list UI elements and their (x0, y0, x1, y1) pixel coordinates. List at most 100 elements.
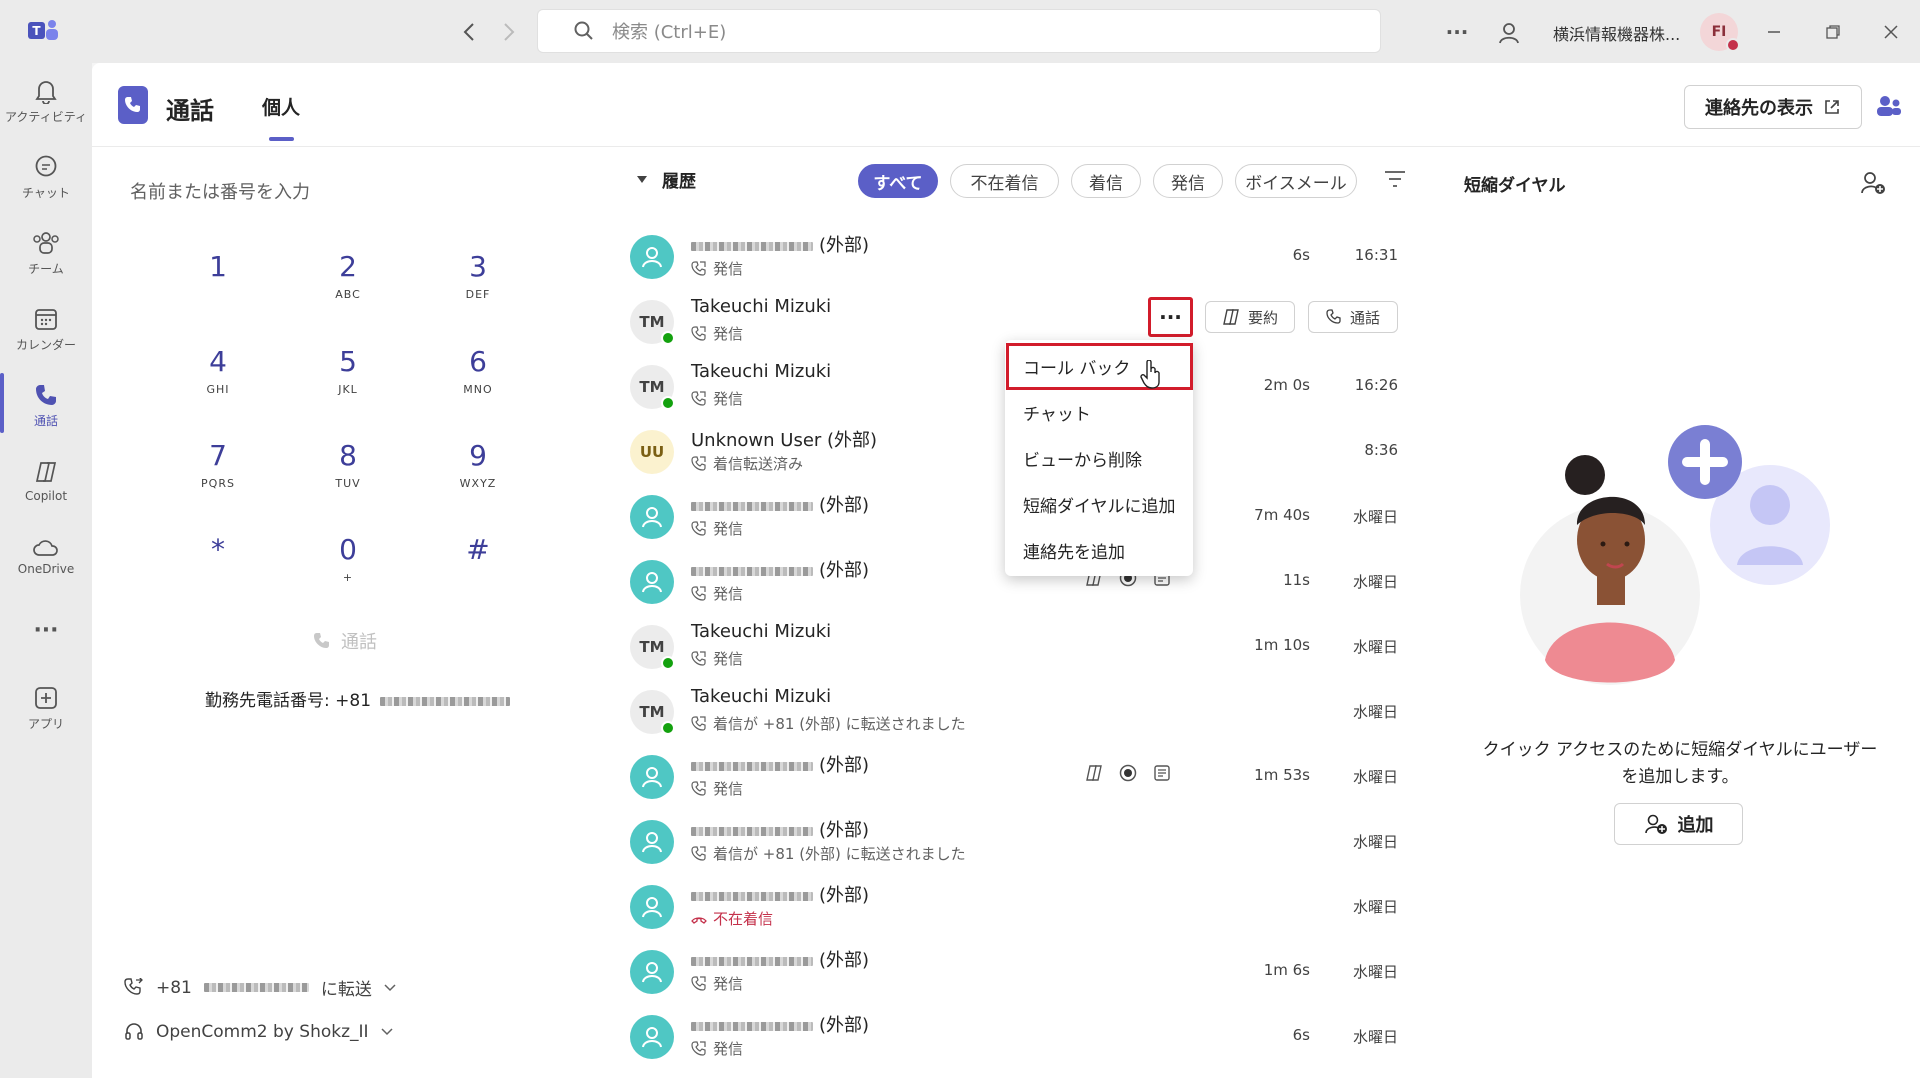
summary-button[interactable]: 要約 (1205, 301, 1295, 333)
copilot-icon (35, 462, 57, 482)
user-avatar[interactable]: FI (1700, 13, 1740, 52)
transcript-icon[interactable] (1153, 764, 1171, 782)
org-name[interactable]: 横浜情報機器株... (1553, 21, 1680, 45)
minimize-icon[interactable] (1760, 18, 1788, 46)
redacted-number (691, 956, 813, 966)
people-settings-icon[interactable] (1495, 18, 1525, 48)
dial-key-hash[interactable]: # (438, 533, 518, 571)
call-duration: 6s (1292, 246, 1310, 264)
table-row[interactable]: (外部) 不在着信 水曜日 (620, 876, 1410, 940)
table-row[interactable]: (外部) 発信 6s 16:31 (620, 226, 1410, 290)
call-status: 発信 (691, 1038, 743, 1059)
person-avatar-icon (630, 495, 674, 539)
table-row[interactable]: TM Takeuchi Mizuki 発信 1m 10s 水曜日 (620, 616, 1410, 680)
call-duration: 1m 6s (1263, 961, 1310, 979)
history-collapse-toggle[interactable]: 履歴 (636, 167, 696, 192)
rail-label: OneDrive (17, 562, 75, 576)
call-forward-setting[interactable]: +81 に転送 (124, 975, 396, 1000)
key-digit: # (466, 533, 490, 566)
redacted-number (691, 501, 813, 511)
table-row[interactable]: (外部) 発信 1m 6s 水曜日 (620, 941, 1410, 1005)
svg-text:T: T (32, 24, 41, 38)
dial-key-star[interactable]: * (178, 533, 258, 571)
avatar-initials: TM (639, 313, 665, 331)
history-title: 履歴 (662, 172, 696, 192)
dial-key-6[interactable]: 6 MNO (438, 345, 518, 396)
table-row[interactable]: (外部) 発信 6s 水曜日 (620, 1006, 1410, 1070)
dial-key-2[interactable]: 2 ABC (308, 250, 388, 301)
chevron-down-icon (384, 983, 396, 991)
table-row[interactable]: (外部) 発信 1m 53s 水曜日 (620, 746, 1410, 810)
menu-add-speed-dial[interactable]: 短縮ダイヤルに追加 (1023, 492, 1176, 517)
rail-apps[interactable]: アプリ (0, 670, 92, 746)
menu-chat[interactable]: チャット (1023, 400, 1091, 425)
key-letters: GHI (206, 383, 230, 396)
key-letters: TUV (335, 477, 361, 490)
row-more-options-button[interactable]: ··· (1148, 297, 1193, 337)
rail-onedrive[interactable]: OneDrive (0, 519, 92, 595)
dial-key-1[interactable]: 1 (178, 250, 258, 288)
dial-call-button[interactable]: 通話 (313, 628, 377, 654)
dial-key-5[interactable]: 5 JKL (308, 345, 388, 396)
rail-teams[interactable]: チーム (0, 215, 92, 291)
table-row[interactable]: TM Takeuchi Mizuki 着信が +81 (外部) に転送されました 水曜… (620, 681, 1410, 745)
call-status: 発信 (691, 323, 743, 344)
rail-chat[interactable]: チャット (0, 139, 92, 215)
audio-device-setting[interactable]: OpenComm2 by Shokz_II (124, 1022, 393, 1042)
people-pane-icon[interactable] (1876, 94, 1902, 118)
page-header (92, 63, 1920, 147)
key-digit: 5 (339, 345, 357, 378)
call-status: 発信 (691, 583, 743, 604)
filter-icon[interactable] (1384, 170, 1406, 188)
close-icon[interactable] (1877, 18, 1905, 46)
menu-remove-from-view[interactable]: ビューから削除 (1023, 446, 1142, 471)
person-avatar-icon (630, 235, 674, 279)
filter-outgoing[interactable]: 発信 (1153, 164, 1223, 198)
rail-more-icon[interactable]: ··· (0, 595, 92, 665)
key-digit: 0 (339, 533, 357, 566)
outgoing-call-icon (691, 390, 707, 407)
table-row[interactable]: (外部) 着信が +81 (外部) に転送されました 水曜日 (620, 811, 1410, 875)
menu-add-contact[interactable]: 連絡先を追加 (1023, 538, 1125, 563)
speed-dial-add-button[interactable]: 追加 (1614, 803, 1743, 845)
presence-available-indicator (661, 396, 675, 410)
page-title: 通話 (166, 97, 214, 125)
more-options-icon[interactable]: ··· (1442, 18, 1472, 46)
recording-icon[interactable] (1119, 764, 1137, 782)
dial-key-9[interactable]: 9 WXYZ (438, 439, 518, 490)
add-speed-dial-icon[interactable] (1860, 171, 1886, 195)
dial-key-4[interactable]: 4 GHI (178, 345, 258, 396)
filter-voicemail[interactable]: ボイスメール (1235, 164, 1357, 198)
filter-missed[interactable]: 不在着信 (950, 164, 1059, 198)
copilot-icon[interactable] (1085, 764, 1103, 782)
dial-key-0[interactable]: 0 + (308, 533, 388, 584)
key-digit: 6 (469, 345, 487, 378)
rail-calendar[interactable]: カレンダー (0, 291, 92, 367)
restore-icon[interactable] (1819, 18, 1847, 46)
back-arrow-icon[interactable] (455, 18, 483, 46)
forward-arrow-icon[interactable] (495, 18, 523, 46)
key-letters: MNO (463, 383, 493, 396)
show-contacts-button[interactable]: 連絡先の表示 (1684, 85, 1862, 129)
rail-label: Copilot (24, 489, 68, 503)
call-duration: 1m 10s (1254, 636, 1310, 654)
dial-input[interactable]: 名前または番号を入力 (130, 178, 310, 204)
contact-name-text: (外部) (819, 495, 870, 516)
rail-calls[interactable]: 通話 (0, 367, 92, 443)
rail-copilot[interactable]: Copilot (0, 443, 92, 519)
key-letters: WXYZ (459, 477, 497, 490)
filter-all[interactable]: すべて (858, 164, 938, 198)
dial-key-3[interactable]: 3 DEF (438, 250, 518, 301)
search-box[interactable]: 検索 (Ctrl+E) (537, 9, 1381, 53)
call-duration: 2m 0s (1263, 376, 1310, 394)
rail-activity[interactable]: アクティビティ (0, 63, 92, 139)
contact-name: (外部) (691, 231, 869, 257)
row-call-button[interactable]: 通話 (1308, 301, 1398, 333)
tab-personal[interactable]: 個人 (262, 93, 300, 120)
dial-key-8[interactable]: 8 TUV (308, 439, 388, 490)
open-external-icon (1825, 100, 1839, 114)
contact-name-text: (外部) (819, 560, 870, 581)
filter-incoming[interactable]: 着信 (1071, 164, 1141, 198)
rail-label: チャット (22, 185, 70, 200)
dial-key-7[interactable]: 7 PQRS (178, 439, 258, 490)
